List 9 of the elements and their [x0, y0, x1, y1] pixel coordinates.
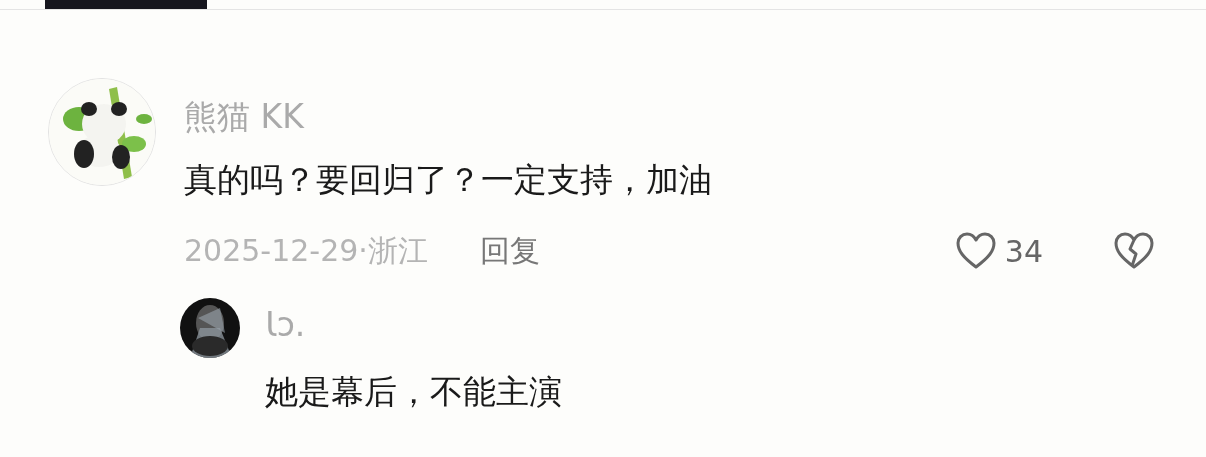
comment-text: 她是幕后，不能主演	[265, 375, 562, 408]
comment-text: 真的吗？要回归了？一定支持，加油	[184, 163, 712, 196]
comment-date: 2025-12-29·浙江	[184, 231, 428, 270]
username[interactable]: 熊猫 KK	[184, 100, 304, 133]
username[interactable]: Ɩɔ.	[265, 308, 306, 341]
like-button[interactable]: 34	[954, 232, 1043, 270]
reply-button[interactable]: 回复	[479, 230, 540, 272]
heart-icon	[954, 232, 997, 270]
broken-heart-icon[interactable]	[1113, 232, 1155, 270]
